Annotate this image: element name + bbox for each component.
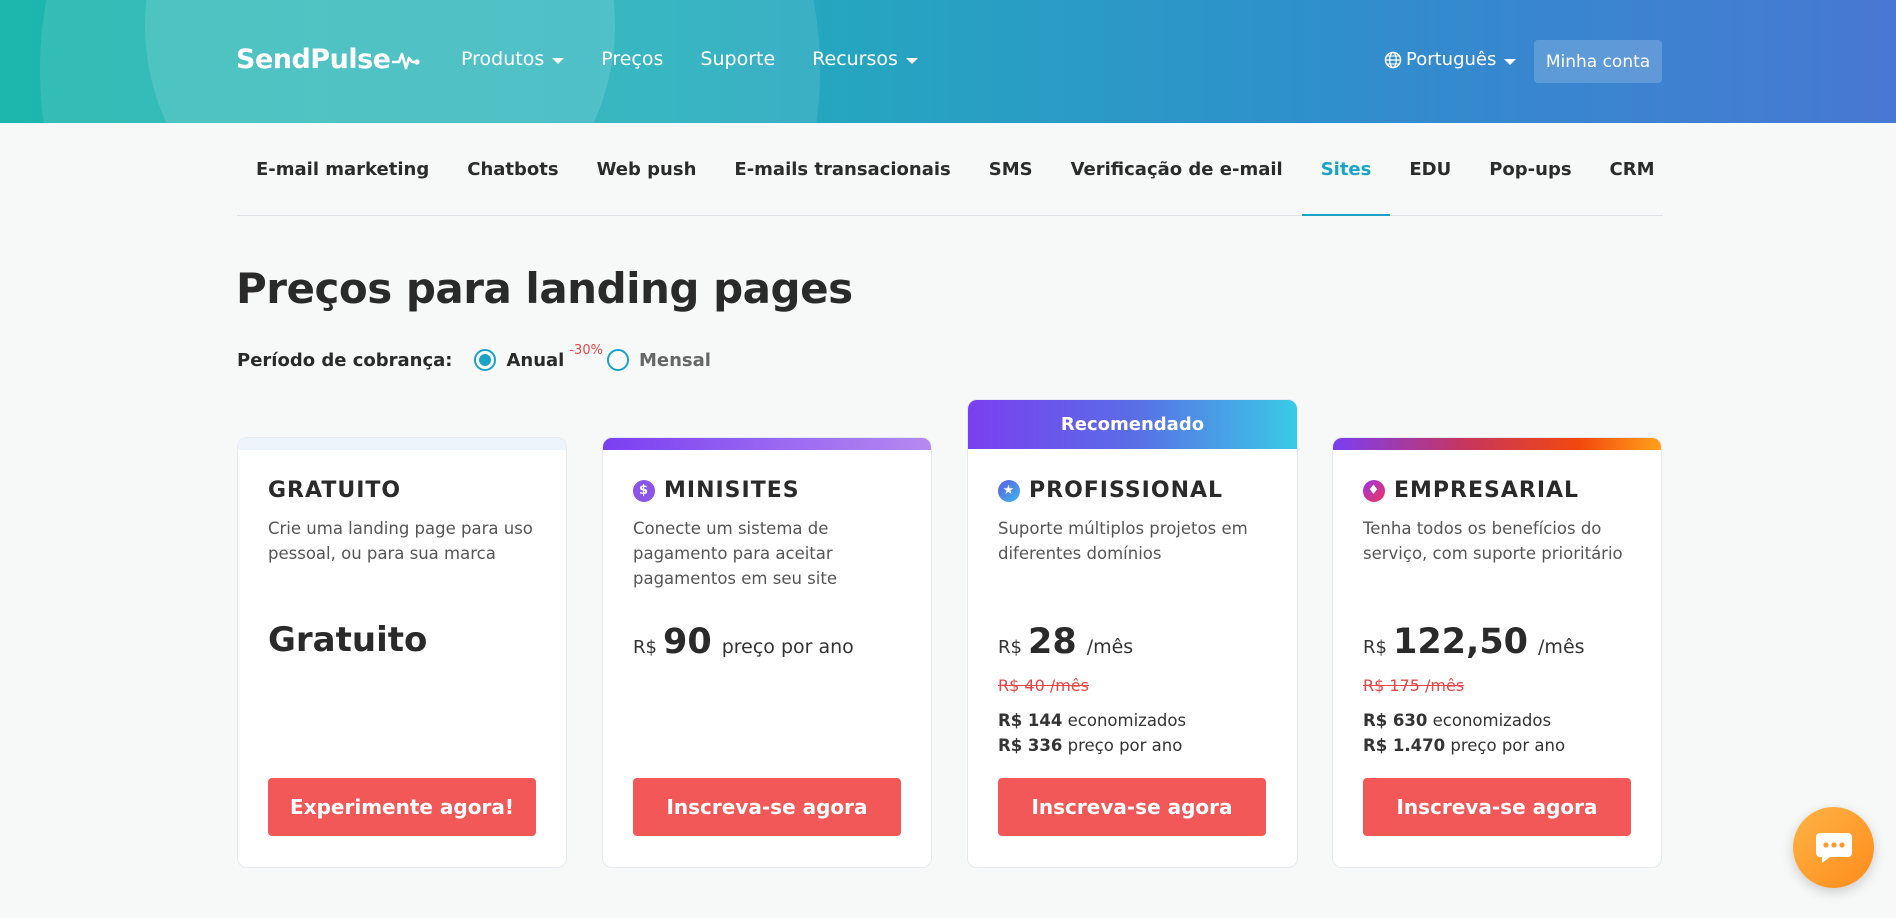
tab-sms[interactable]: SMS xyxy=(970,123,1052,215)
saved-label: economizados xyxy=(1067,711,1187,730)
price-row: R$ 122,50 /mês xyxy=(1363,622,1585,662)
nav-suporte[interactable]: Suporte xyxy=(700,48,775,70)
chat-button[interactable] xyxy=(1793,807,1874,888)
plan-card-free: GRATUITO Crie uma landing page para uso … xyxy=(237,437,567,868)
tab-transactional-emails[interactable]: E-mails transacionais xyxy=(715,123,969,215)
radio-annual[interactable] xyxy=(474,349,497,371)
plan-card-professional: Recomendado ★ PROFISSIONAL Suporte múlti… xyxy=(967,399,1298,868)
price-period: preço por ano xyxy=(721,636,854,658)
subscribe-button[interactable]: Inscreva-se agora xyxy=(1363,778,1631,836)
account-button[interactable]: Minha conta xyxy=(1534,40,1662,83)
billing-period: Período de cobrança: Anual -30% Mensal xyxy=(237,343,711,371)
try-now-button[interactable]: Experimente agora! xyxy=(268,778,536,836)
page-title: Preços para landing pages xyxy=(236,264,853,313)
recommended-badge: Recomendado xyxy=(968,400,1297,449)
logo[interactable]: SendPulse xyxy=(236,44,421,75)
price-row: R$ 28 /mês xyxy=(998,622,1133,662)
price-period: /mês xyxy=(1086,636,1134,658)
card-stripe xyxy=(238,438,566,450)
top-header: SendPulse Produtos Preços Suporte Recurs… xyxy=(0,0,1896,123)
card-stripe xyxy=(603,438,931,450)
globe-icon xyxy=(1384,51,1402,68)
plan-description: Suporte múltiplos projetos em diferentes… xyxy=(998,519,1248,563)
plan-name: PROFISSIONAL xyxy=(1029,478,1224,503)
annual-label[interactable]: Anual xyxy=(506,350,564,371)
tab-chatbots[interactable]: Chatbots xyxy=(448,123,577,215)
plan-description: Tenha todos os benefícios do serviço, co… xyxy=(1363,519,1623,563)
dollar-icon: $ xyxy=(633,479,655,502)
currency: R$ xyxy=(998,637,1022,658)
plan-title: ★ PROFISSIONAL xyxy=(998,478,1223,503)
tab-web-push[interactable]: Web push xyxy=(578,123,716,215)
monthly-label[interactable]: Mensal xyxy=(639,350,711,371)
price-amount: 28 xyxy=(1027,622,1077,662)
yearly-label: preço por ano xyxy=(1450,736,1566,755)
chevron-down-icon xyxy=(552,58,565,64)
currency: R$ xyxy=(1363,637,1387,658)
savings-info: R$ 630 economizados R$ 1.470 preço por a… xyxy=(1363,708,1565,758)
main-nav: Produtos Preços Suporte Recursos xyxy=(461,48,955,70)
chevron-down-icon xyxy=(905,58,918,64)
yearly-amount: R$ 1.470 xyxy=(1363,736,1446,755)
language-label: Português xyxy=(1406,49,1497,70)
radio-monthly[interactable] xyxy=(606,349,629,371)
discount-badge: -30% xyxy=(569,342,603,358)
price-period: /mês xyxy=(1538,636,1585,658)
star-icon: ★ xyxy=(998,479,1020,502)
price-amount: 122,50 xyxy=(1392,622,1529,662)
yearly-label: preço por ano xyxy=(1067,736,1183,755)
diamond-icon: ♦ xyxy=(1363,479,1385,502)
pulse-icon xyxy=(392,52,421,69)
plan-description: Crie uma landing page para uso pessoal, … xyxy=(268,519,533,563)
nav-label: Produtos xyxy=(461,48,545,70)
nav-precos[interactable]: Preços xyxy=(601,48,663,70)
tab-popups[interactable]: Pop-ups xyxy=(1470,123,1590,215)
tab-email-verification[interactable]: Verificação de e-mail xyxy=(1052,123,1302,215)
nav-label: Recursos xyxy=(812,48,898,70)
nav-label: Preços xyxy=(601,48,664,70)
saved-amount: R$ 144 xyxy=(998,711,1063,730)
logo-text: SendPulse xyxy=(236,44,391,75)
old-price: R$ 40 /mês xyxy=(998,676,1089,695)
tab-email-marketing[interactable]: E-mail marketing xyxy=(237,123,448,215)
plan-price: Gratuito xyxy=(268,620,428,660)
card-stripe xyxy=(1333,438,1661,450)
tab-sites[interactable]: Sites xyxy=(1301,123,1391,216)
plan-description: Conecte um sistema de pagamento para ace… xyxy=(633,519,837,588)
price-amount: 90 xyxy=(662,622,712,662)
billing-label: Período de cobrança: xyxy=(237,349,453,371)
nav-label: Suporte xyxy=(700,48,776,70)
subscribe-button[interactable]: Inscreva-se agora xyxy=(633,778,901,836)
old-price: R$ 175 /mês xyxy=(1363,676,1465,695)
plan-title: ♦ EMPRESARIAL xyxy=(1363,478,1579,503)
plan-title: $ MINISITES xyxy=(633,478,800,503)
tab-crm[interactable]: CRM xyxy=(1591,123,1674,215)
nav-produtos[interactable]: Produtos xyxy=(461,48,565,70)
chevron-down-icon xyxy=(1504,58,1517,65)
nav-recursos[interactable]: Recursos xyxy=(812,48,918,70)
yearly-amount: R$ 336 xyxy=(998,736,1063,755)
plan-name: MINISITES xyxy=(664,478,800,503)
tab-edu[interactable]: EDU xyxy=(1390,123,1470,215)
currency: R$ xyxy=(633,637,657,658)
product-tabs: E-mail marketing Chatbots Web push E-mai… xyxy=(237,123,1663,216)
saved-amount: R$ 630 xyxy=(1363,711,1428,730)
savings-info: R$ 144 economizados R$ 336 preço por ano xyxy=(998,708,1186,758)
plan-card-business: ♦ EMPRESARIAL Tenha todos os benefícios … xyxy=(1332,437,1662,868)
language-selector[interactable]: Português xyxy=(1384,49,1517,70)
plan-name: EMPRESARIAL xyxy=(1394,478,1580,503)
chat-bubble-icon xyxy=(1815,832,1852,863)
saved-label: economizados xyxy=(1432,711,1552,730)
subscribe-button[interactable]: Inscreva-se agora xyxy=(998,778,1266,836)
price-row: R$ 90 preço por ano xyxy=(633,622,854,662)
plan-card-minisites: $ MINISITES Conecte um sistema de pagame… xyxy=(602,437,932,868)
plan-name: GRATUITO xyxy=(268,478,402,503)
